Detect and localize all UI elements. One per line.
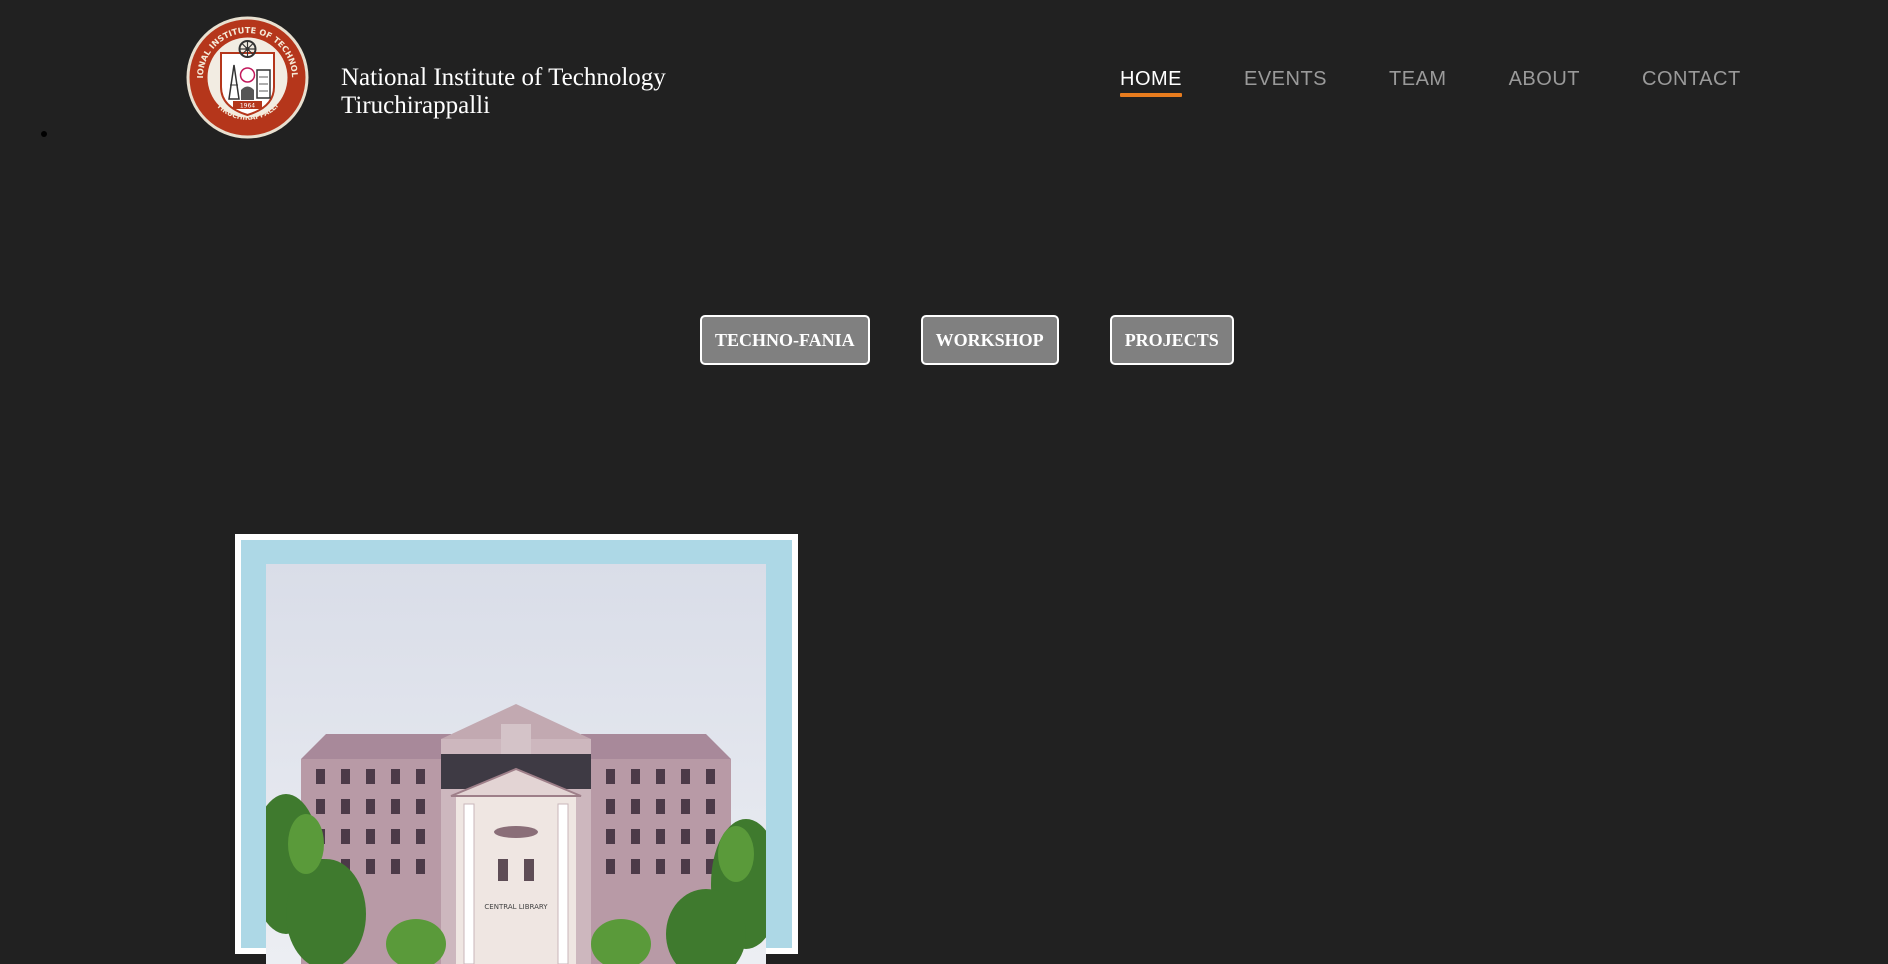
site-header: NATIONAL INSTITUTE OF TECHNOLOGY TIRUCHI… — [0, 0, 1888, 150]
institute-name-line2: Tiruchirappalli — [341, 92, 491, 119]
institute-name-line1: National Institute of Technology — [341, 64, 666, 91]
image-card-frame: CENTRAL LIBRARY — [241, 540, 792, 964]
svg-text:1964: 1964 — [240, 103, 255, 110]
projects-button[interactable]: PROJECTS — [1109, 315, 1234, 365]
central-library-photo: CENTRAL LIBRARY — [266, 564, 766, 964]
nit-trichy-logo[interactable]: NATIONAL INSTITUTE OF TECHNOLOGY TIRUCHI… — [181, 7, 310, 140]
nav-home-link[interactable]: HOME — [1120, 68, 1182, 97]
nav-events-link[interactable]: EVENTS — [1244, 68, 1327, 97]
nav-team-link[interactable]: TEAM — [1389, 68, 1447, 97]
techno-fania-button[interactable]: TECHNO-FANIA — [700, 315, 870, 365]
main-navigation: HOME EVENTS TEAM ABOUT CONTACT — [1120, 68, 1741, 97]
nav-contact-link[interactable]: CONTACT — [1642, 68, 1741, 97]
category-tabs: TECHNO-FANIA WORKSHOP PROJECTS — [700, 315, 1234, 365]
institute-name: National Institute of Technology Tiruchi… — [341, 64, 666, 120]
library-sign-text: CENTRAL LIBRARY — [484, 903, 548, 911]
image-card[interactable]: CENTRAL LIBRARY — [235, 534, 798, 964]
workshop-button[interactable]: WORKSHOP — [920, 315, 1059, 365]
nav-about-link[interactable]: ABOUT — [1509, 68, 1580, 97]
